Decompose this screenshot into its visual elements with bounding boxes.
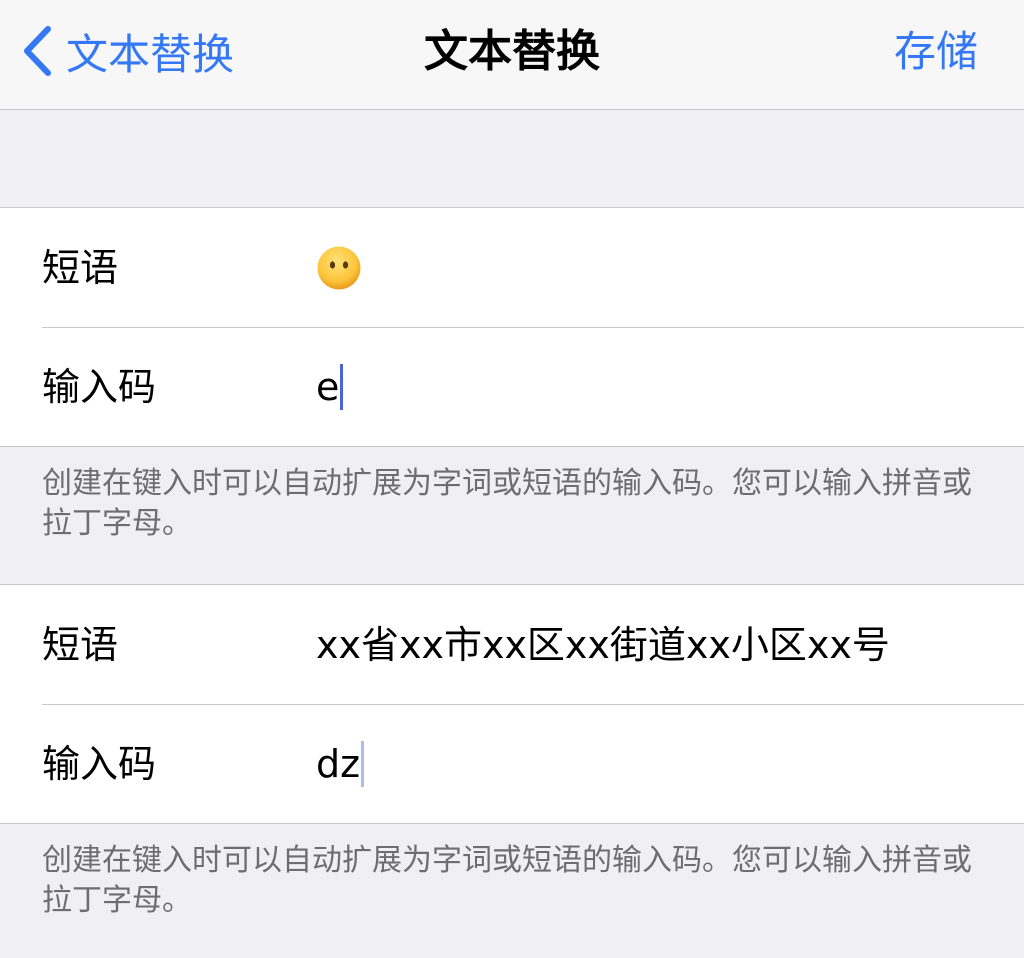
group-footer-note: 创建在键入时可以自动扩展为字词或短语的输入码。您可以输入拼音或拉丁字母。 — [42, 466, 972, 541]
shortcut-value: e — [316, 364, 340, 409]
replacement-group-2: 短语 xx省xx市xx区xx街道xx小区xx号 输入码 dz — [0, 584, 1024, 824]
phrase-field[interactable]: xx省xx市xx区xx街道xx小区xx号 — [316, 620, 890, 670]
shortcut-label: 输入码 — [42, 741, 157, 786]
shortcut-input[interactable]: dz — [316, 739, 365, 789]
shortcut-row[interactable]: 输入码 dz — [0, 704, 1024, 823]
phrase-label: 短语 — [42, 245, 119, 290]
shortcut-label: 输入码 — [42, 364, 157, 409]
shortcut-value: dz — [316, 741, 361, 786]
phrase-field[interactable] — [316, 245, 362, 291]
save-button[interactable]: 存储 — [894, 22, 978, 82]
phrase-label: 短语 — [42, 622, 119, 667]
phrase-row[interactable]: 短语 — [0, 208, 1024, 327]
neutral-face-emoji-icon — [317, 246, 361, 289]
replacement-group-1: 短语 输入码 e — [0, 207, 1024, 447]
group-footer-note: 创建在键入时可以自动扩展为字词或短语的输入码。您可以输入拼音或拉丁字母。 — [42, 843, 972, 918]
page-title: 文本替换 — [424, 26, 600, 77]
navigation-bar: 文本替换 文本替换 存储 — [0, 0, 1024, 110]
phrase-value: xx省xx市xx区xx街道xx小区xx号 — [316, 622, 890, 667]
text-cursor — [361, 740, 365, 787]
phrase-row[interactable]: 短语 xx省xx市xx区xx街道xx小区xx号 — [0, 585, 1024, 704]
shortcut-row[interactable]: 输入码 e — [0, 327, 1024, 446]
text-cursor — [340, 363, 344, 410]
shortcut-input[interactable]: e — [316, 362, 344, 412]
